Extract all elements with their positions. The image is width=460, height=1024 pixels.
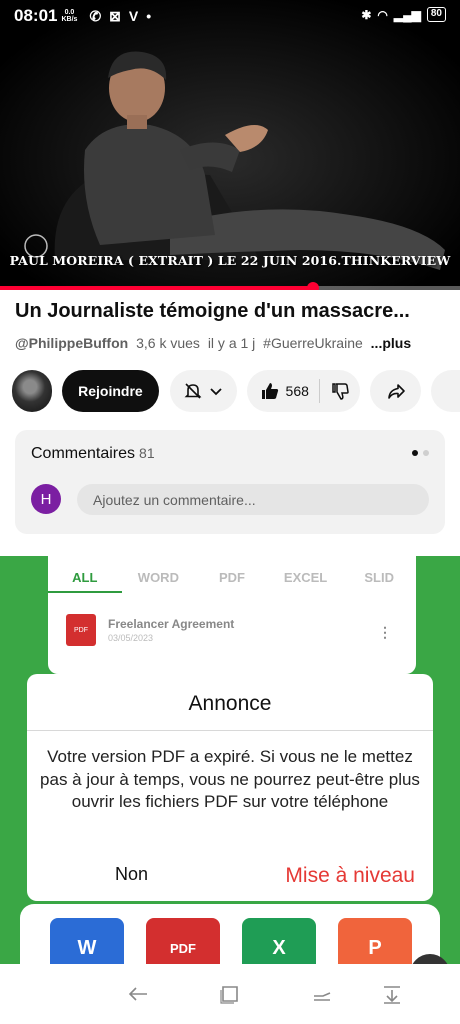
status-icons: ✱ ◠ ▂▄▆ 80	[361, 7, 446, 22]
ad-tab: EXCEL	[283, 570, 328, 585]
ad-tab: WORD	[137, 570, 179, 585]
powerpoint-app-icon: P	[338, 918, 412, 964]
ad-tab: PDF	[218, 570, 245, 585]
like-dislike-group: 568	[246, 370, 360, 412]
signal-icon: ▂▄▆	[393, 7, 421, 22]
video-details: Un Journaliste témoigne d'un massacre...…	[0, 290, 460, 556]
ad-app-tiles: W PDF X P	[20, 904, 440, 964]
excel-app-icon: X	[242, 918, 316, 964]
comments-panel[interactable]: Commentaires 81 H Ajoutez un commentaire.…	[15, 430, 445, 534]
thumbs-down-icon[interactable]	[330, 381, 350, 401]
pdf-app-icon: PDF	[146, 918, 220, 964]
ad-tab: SLID	[364, 570, 394, 585]
whatsapp-icon: ✆	[89, 7, 102, 24]
hide-nav-icon[interactable]	[380, 982, 404, 1006]
thumbs-up-icon[interactable]	[260, 381, 280, 401]
word-app-icon: W	[50, 918, 124, 964]
kebab-menu-icon: ⋮	[378, 624, 392, 640]
back-icon[interactable]	[126, 982, 150, 1006]
video-frame	[0, 0, 460, 290]
network-speed-value: 0.0	[64, 9, 75, 16]
comments-heading: Commentaires 81	[31, 445, 155, 463]
ad-dialog-title: Annonce	[27, 674, 433, 731]
hashtag[interactable]: #GuerreUkraine	[263, 335, 363, 351]
system-nav-bar	[0, 964, 460, 1024]
ad-document-date: 03/05/2023	[108, 633, 154, 643]
network-speed: 0.0 KB/s	[61, 9, 77, 23]
bluetooth-icon: ✱	[361, 7, 372, 22]
share-button[interactable]	[369, 370, 422, 412]
battery-level: 80	[430, 8, 442, 19]
pager-dot-active	[412, 450, 418, 456]
comments-count: 81	[139, 445, 155, 461]
share-icon	[387, 384, 405, 399]
status-bar: 08:01 0.0 KB/s ✆ ⊠ V • ✱ ◠ ▂▄▆ 80	[0, 0, 460, 32]
recents-icon[interactable]	[310, 982, 334, 1006]
vpn-icon: V	[128, 8, 139, 24]
channel-handle[interactable]: @PhilippeBuffon	[15, 335, 128, 351]
upload-age: il y a 1 j	[207, 335, 256, 351]
video-meta[interactable]: @PhilippeBuffon 3,6 k vues il y a 1 j #G…	[15, 335, 415, 351]
wifi-icon: ◠	[377, 7, 388, 22]
bell-off-icon	[184, 383, 202, 399]
more-actions-button[interactable]	[431, 370, 460, 412]
more-link[interactable]: ...plus	[371, 335, 411, 351]
channel-avatar[interactable]	[12, 370, 53, 412]
comments-pager	[412, 450, 429, 456]
like-count: 568	[285, 383, 309, 399]
subscription-bell-button[interactable]	[169, 370, 237, 412]
battery-icon: 80	[426, 7, 446, 22]
notification-icon: ⊠	[109, 7, 121, 24]
like-divider	[318, 379, 320, 403]
status-time: 08:01	[14, 6, 58, 25]
ad-dialog-message: Votre version PDF a expiré. Si vous ne l…	[40, 747, 420, 811]
ad-tab: ALL	[48, 570, 122, 593]
comments-title: Commentaires	[31, 445, 136, 462]
chevron-down-icon	[210, 388, 222, 396]
ad-no-button[interactable]: Non	[115, 864, 148, 885]
video-scrubber[interactable]	[306, 282, 319, 290]
comment-input[interactable]: Ajoutez un commentaire...	[77, 484, 429, 515]
join-button[interactable]: Rejoindre	[62, 370, 159, 412]
video-title[interactable]: Un Journaliste témoigne d'un massacre...	[15, 300, 447, 323]
user-avatar: H	[31, 484, 61, 514]
ad-phone-mockup: ALL WORD PDF EXCEL SLID PDF Freelancer A…	[48, 556, 416, 674]
pager-dot	[423, 450, 429, 456]
view-count: 3,6 k vues	[136, 335, 200, 351]
ad-upgrade-button[interactable]: Mise à niveau	[285, 864, 415, 888]
video-player[interactable]: 08:01 0.0 KB/s ✆ ⊠ V • ✱ ◠ ▂▄▆ 80 PAUL M…	[0, 0, 460, 290]
ad-document-title: Freelancer Agreement	[108, 617, 235, 631]
pdf-file-icon: PDF	[66, 614, 96, 646]
home-icon[interactable]	[218, 982, 242, 1006]
ad-dialog[interactable]: Annonce Votre version PDF a expiré. Si v…	[27, 674, 433, 901]
more-notifications-icon: •	[146, 8, 152, 24]
ad-document-row: PDF Freelancer Agreement 03/05/2023	[66, 614, 234, 646]
video-caption: PAUL MOREIRA ( EXTRAIT ) LE 22 JUIN 2016…	[9, 253, 451, 268]
action-row: Rejoindre 568	[12, 370, 460, 412]
ad-tabs: ALL WORD PDF EXCEL SLID	[48, 570, 416, 593]
ad-banner[interactable]: ALL WORD PDF EXCEL SLID PDF Freelancer A…	[0, 556, 460, 964]
network-speed-unit: KB/s	[61, 16, 78, 23]
